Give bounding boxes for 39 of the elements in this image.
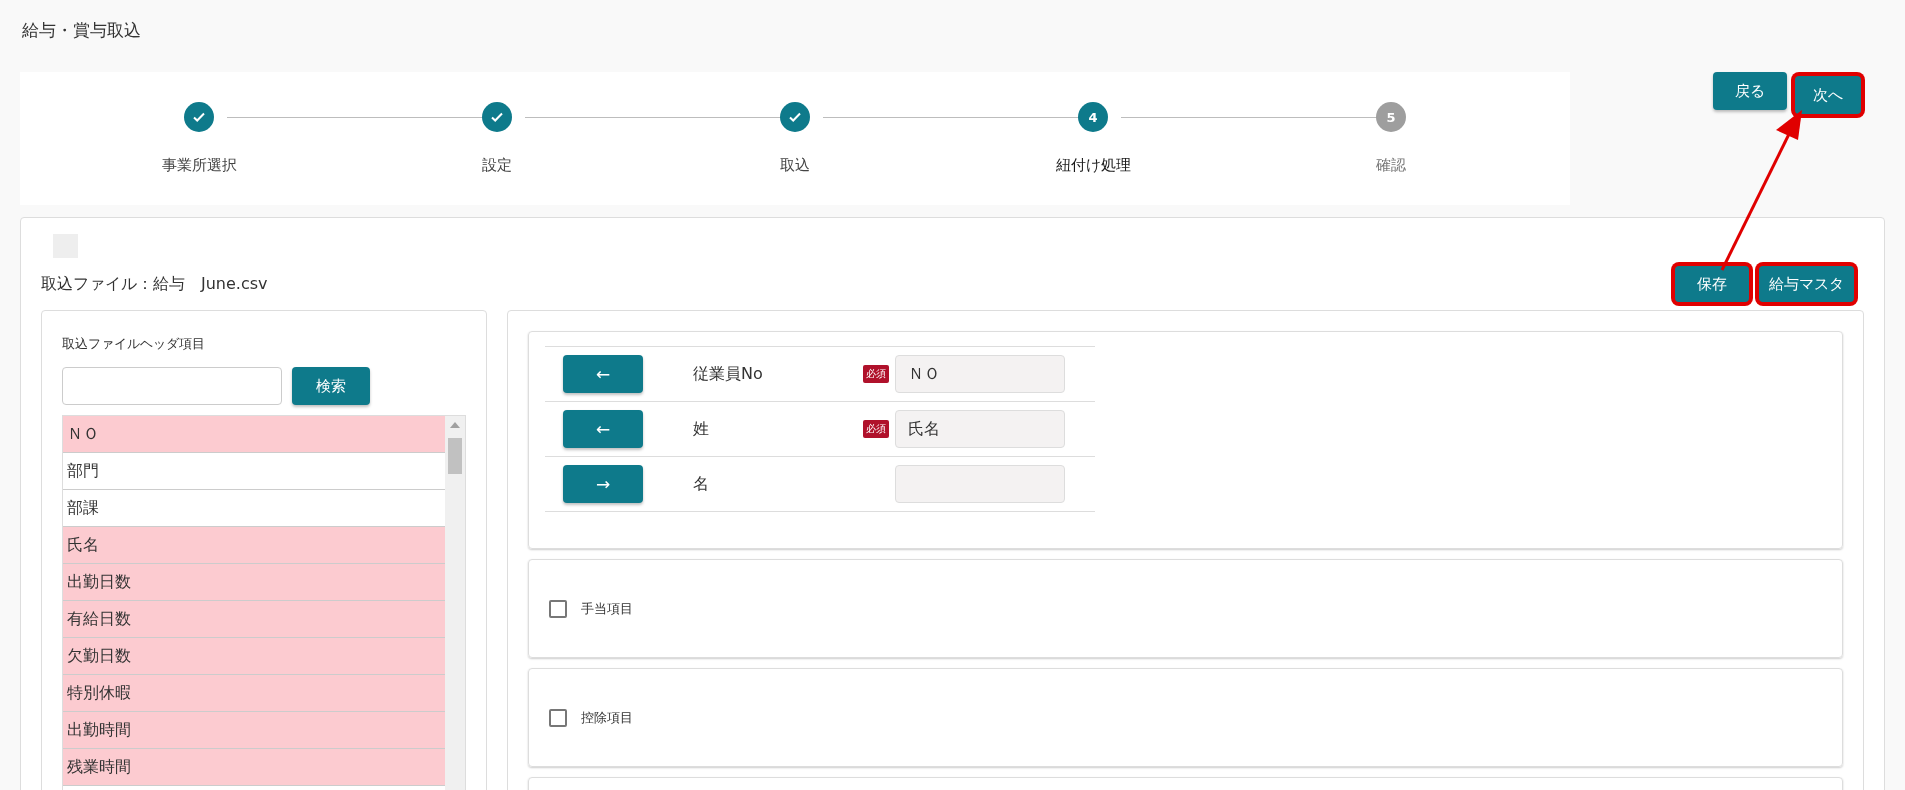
step-number: 4 xyxy=(1078,102,1108,132)
scrollbar[interactable] xyxy=(445,416,465,790)
section-label: 手当項目 xyxy=(581,599,633,618)
step-number: 5 xyxy=(1376,102,1406,132)
list-item[interactable]: 氏名 xyxy=(63,527,445,564)
required-badge: 必須 xyxy=(863,365,889,383)
step-label: 取込 xyxy=(780,156,810,175)
checkbox[interactable] xyxy=(549,599,567,618)
list-item[interactable]: 出勤日数 xyxy=(63,564,445,601)
section-label: 控除項目 xyxy=(581,708,633,727)
search-field[interactable] xyxy=(62,367,282,405)
checkbox[interactable] xyxy=(549,708,567,727)
scroll-up-icon[interactable] xyxy=(450,422,460,428)
list-item[interactable]: ＮＯ xyxy=(63,416,445,453)
list-item[interactable]: 欠勤日数 xyxy=(63,638,445,675)
field-label: 名 xyxy=(693,473,710,495)
arrow-button[interactable]: ← xyxy=(563,355,643,393)
required-badge: 必須 xyxy=(863,420,889,438)
step-label: 事業所選択 xyxy=(161,156,237,175)
step-label: 設定 xyxy=(482,156,512,175)
list-item[interactable]: 出勤時間 xyxy=(63,712,445,749)
mapped-field[interactable]: 氏名 xyxy=(895,410,1065,448)
page-title: 給与・賞与取込 xyxy=(21,18,142,42)
arrow-button[interactable]: → xyxy=(563,465,643,503)
mapped-field[interactable] xyxy=(895,465,1065,503)
list-item[interactable]: 有給日数 xyxy=(63,601,445,638)
field-label: 従業員No xyxy=(693,363,764,385)
arrow-button[interactable]: ← xyxy=(563,410,643,448)
step-label: 確認 xyxy=(1376,156,1406,175)
import-file-label: 取込ファイル：給与 June.csv xyxy=(41,273,268,295)
search-button[interactable]: 検索 xyxy=(292,367,370,405)
scroll-thumb[interactable] xyxy=(448,438,462,474)
list-item[interactable]: 特別休暇 xyxy=(63,675,445,712)
mapped-field[interactable]: ＮＯ xyxy=(895,355,1065,393)
nav-button[interactable]: 戻る xyxy=(1713,72,1787,110)
field-label: 姓 xyxy=(693,418,710,440)
list-item[interactable]: 残業時間 xyxy=(63,749,445,786)
panel-title: 取込ファイルヘッダ項目 xyxy=(62,335,206,353)
step-label: 紐付け処理 xyxy=(1055,156,1131,175)
